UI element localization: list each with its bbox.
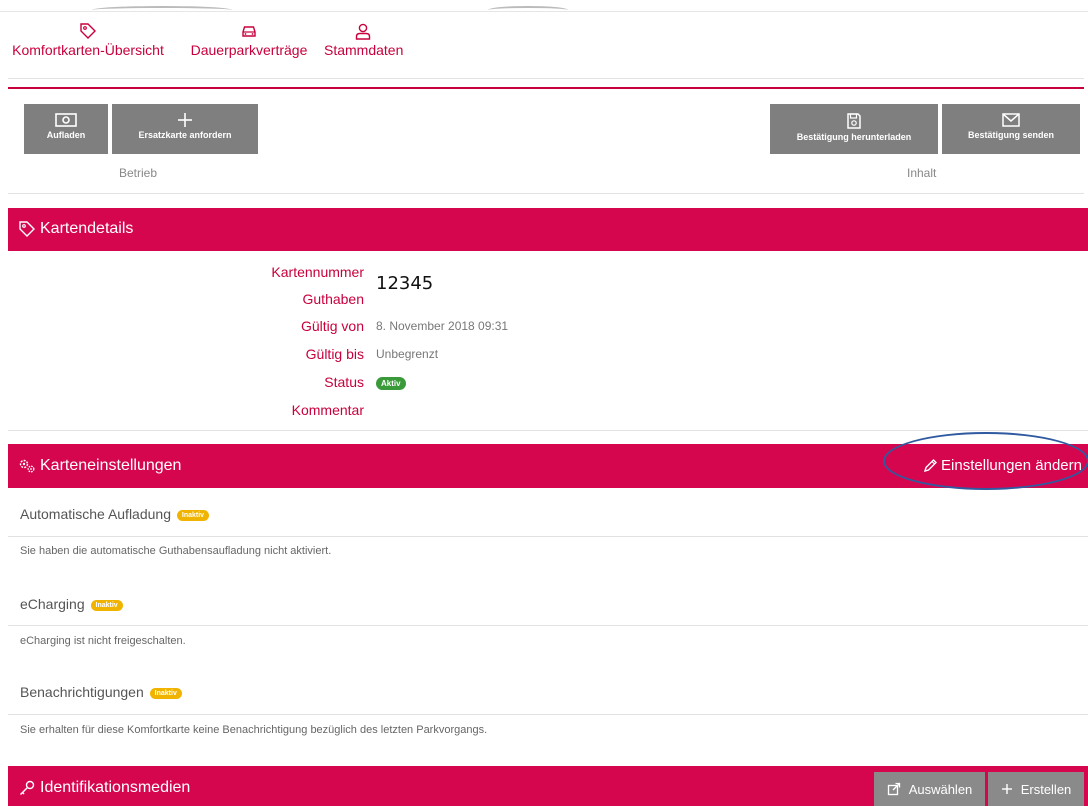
- plus-icon: [1001, 784, 1012, 794]
- label-gueltig-von: Gültig von: [300, 318, 364, 334]
- aufladen-label: Aufladen: [46, 130, 86, 140]
- inactive-badge: Inaktiv: [176, 509, 210, 521]
- ersatzkarte-label: Ersatzkarte anfordern: [138, 130, 232, 140]
- key-icon: [20, 780, 35, 795]
- setting-title: Automatische Aufladung Inaktiv: [20, 506, 210, 522]
- setting-title-text: Benachrichtigungen: [20, 684, 144, 700]
- nav-komfortkarten[interactable]: Komfortkarten-Übersicht: [8, 22, 168, 58]
- bestaetigung-senden-button[interactable]: Bestätigung senden: [942, 104, 1080, 154]
- setting-description: Sie haben die automatische Guthabensaufl…: [20, 545, 332, 557]
- divider: [8, 536, 1088, 537]
- auswaehlen-button[interactable]: Auswählen: [874, 772, 985, 806]
- plus-icon: [178, 113, 192, 127]
- divider: [8, 625, 1088, 626]
- envelope-icon: [1002, 113, 1020, 127]
- setting-title: eCharging Inaktiv: [20, 596, 123, 612]
- money-icon: [55, 113, 77, 127]
- decor-arc: [488, 6, 568, 14]
- nav-label: Komfortkarten-Übersicht: [12, 42, 164, 58]
- kartendetails-title: Kartendetails: [40, 220, 134, 237]
- auswaehlen-label: Auswählen: [908, 781, 973, 797]
- divider: [8, 430, 1088, 431]
- save-icon: [847, 113, 861, 129]
- karteneinstellungen-title: Karteneinstellungen: [40, 457, 182, 474]
- label-status: Status: [324, 374, 364, 390]
- status-value: Aktiv: [376, 375, 406, 390]
- external-link-icon: [887, 782, 900, 796]
- inactive-badge: Inaktiv: [90, 599, 123, 611]
- label-kommentar: Kommentar: [291, 402, 364, 418]
- label-gueltig-bis: Gültig bis: [305, 346, 364, 362]
- identifikationsmedien-title: Identifikationsmedien: [40, 779, 191, 796]
- status-badge: Aktiv: [376, 377, 406, 390]
- setting-title-text: eCharging: [20, 596, 85, 612]
- label-guthaben: Guthaben: [302, 291, 365, 307]
- decor-arc: [92, 6, 232, 14]
- setting-description: eCharging ist nicht freigeschalten.: [20, 635, 186, 647]
- annotation-circle: [883, 432, 1088, 490]
- erstellen-label: Erstellen: [1020, 781, 1072, 797]
- inactive-badge: Inaktiv: [149, 687, 182, 699]
- bestaetigung-senden-label: Bestätigung senden: [967, 130, 1054, 140]
- car-icon: [242, 26, 256, 37]
- user-icon: [355, 23, 371, 40]
- setting-title-text: Automatische Aufladung: [20, 506, 171, 522]
- gears-icon: [19, 459, 35, 473]
- top-border: [0, 0, 1088, 12]
- nav-label: Stammdaten: [324, 42, 404, 58]
- divider: [8, 714, 1088, 715]
- divider: [8, 78, 1084, 79]
- label-kartennummer: Kartennummer: [271, 264, 364, 280]
- top-navigation: Komfortkarten-Übersicht Dauerparkverträg…: [0, 22, 1088, 78]
- kartendetails-header: Kartendetails: [8, 208, 1088, 251]
- aufladen-button[interactable]: Aufladen: [24, 104, 108, 154]
- group-label-inhalt: Inhalt: [907, 166, 937, 180]
- divider: [8, 193, 1084, 194]
- value-gueltig-von: 8. November 2018 09:31: [376, 319, 509, 333]
- nav-stammdaten[interactable]: Stammdaten: [324, 22, 404, 58]
- tag-icon: [19, 221, 35, 237]
- brand-divider: [8, 87, 1084, 89]
- bestaetigung-herunterladen-label: Bestätigung herunterladen: [796, 132, 912, 142]
- bestaetigung-herunterladen-button[interactable]: Bestätigung herunterladen: [770, 104, 938, 154]
- group-label-betrieb: Betrieb: [119, 166, 158, 180]
- setting-description: Sie erhalten für diese Komfortkarte kein…: [20, 724, 488, 736]
- tag-icon: [80, 23, 96, 39]
- erstellen-button[interactable]: Erstellen: [988, 772, 1084, 806]
- nav-label: Dauerparkverträge: [190, 42, 308, 58]
- nav-dauerparkvertraege[interactable]: Dauerparkverträge: [186, 22, 312, 58]
- ersatzkarte-button[interactable]: Ersatzkarte anfordern: [112, 104, 258, 154]
- value-kartennummer: 12345: [376, 273, 434, 294]
- setting-title: Benachrichtigungen Inaktiv: [20, 684, 182, 700]
- value-gueltig-bis: Unbegrenzt: [376, 347, 439, 361]
